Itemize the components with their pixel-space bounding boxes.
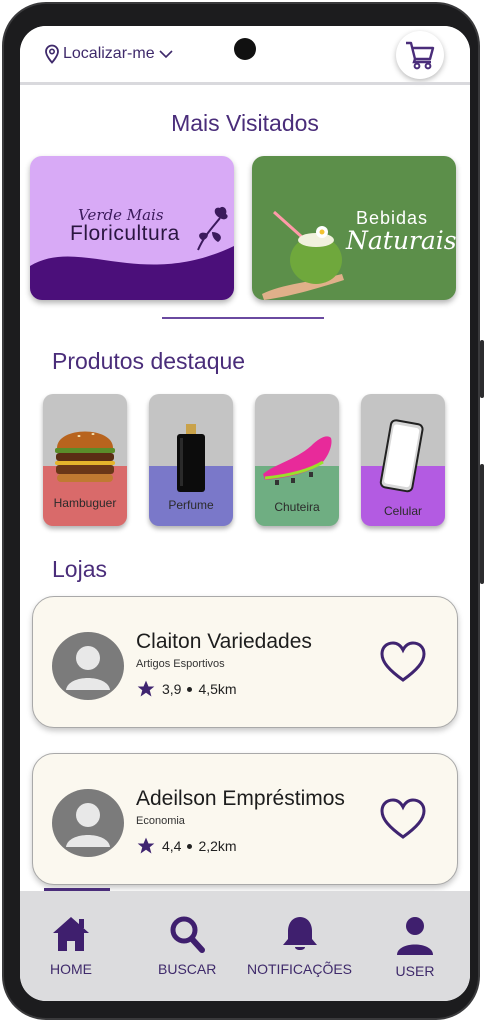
- product-label-hambuguer: Hambuguer: [53, 496, 117, 510]
- product-label-chuteira: Chuteira: [274, 500, 320, 514]
- chevron-down-icon: [159, 50, 173, 59]
- top-bar-divider: [20, 82, 470, 85]
- front-camera: [234, 38, 256, 60]
- nav-buscar[interactable]: BUSCAR: [158, 915, 216, 977]
- nav-notificacoes[interactable]: NOTIFICAÇÕES: [247, 915, 352, 977]
- store-meta: 4,4 2,2km: [136, 836, 237, 856]
- store-name: Adeilson Empréstimos: [136, 787, 345, 810]
- banner-floricultura-name: Floricultura: [70, 222, 180, 245]
- star-icon: [137, 837, 155, 854]
- coconut-drink-image: [262, 210, 344, 300]
- cleat-image: [263, 436, 332, 485]
- active-tab-indicator: [44, 888, 110, 891]
- store-card[interactable]: Claiton Variedades Artigos Esportivos 3,…: [32, 596, 458, 728]
- avatar: [52, 632, 124, 700]
- most-visited-title: Mais Visitados: [171, 110, 319, 136]
- separator-dot: [187, 843, 193, 849]
- nav-label: BUSCAR: [158, 961, 217, 977]
- nav-label: HOME: [50, 961, 92, 977]
- cart-button[interactable]: [396, 31, 444, 79]
- flower-icon: [197, 206, 228, 251]
- home-icon: [53, 917, 89, 951]
- banner-floricultura[interactable]: Verde Mais Floricultura: [30, 156, 234, 300]
- power-button: [480, 340, 484, 398]
- locate-me-button[interactable]: Localizar-me: [44, 44, 174, 64]
- perfume-image: [177, 424, 205, 492]
- banner-bebidas-script: Naturais: [346, 226, 456, 255]
- map-pin-icon: [45, 44, 59, 64]
- store-rating: 4,4: [162, 838, 182, 854]
- banner-bebidas[interactable]: Bebidas Naturais: [252, 156, 456, 300]
- product-label-perfume: Perfume: [168, 498, 214, 512]
- nav-home[interactable]: HOME: [50, 915, 92, 977]
- nav-label: NOTIFICAÇÕES: [247, 961, 353, 977]
- burger-image: [55, 431, 115, 482]
- volume-button: [480, 464, 484, 584]
- favorite-heart-icon[interactable]: [379, 640, 427, 684]
- nav-user[interactable]: USER: [395, 915, 435, 979]
- product-card-perfume[interactable]: Perfume: [149, 394, 233, 526]
- separator-dot: [187, 686, 193, 692]
- user-placeholder-icon: [66, 803, 110, 847]
- store-distance: 2,2km: [198, 838, 237, 854]
- phone-image: [379, 419, 424, 493]
- store-meta: 3,9 4,5km: [136, 679, 237, 699]
- avatar: [52, 789, 124, 857]
- stores-title: Lojas: [52, 556, 107, 582]
- carousel-indicator: [162, 317, 324, 319]
- user-icon: [397, 917, 433, 955]
- featured-title: Produtos destaque: [52, 348, 246, 374]
- app-screen: Localizar-me Mais Visitados Verde Mais F…: [20, 26, 470, 1001]
- bell-icon: [282, 917, 317, 950]
- phone-frame: Localizar-me Mais Visitados Verde Mais F…: [2, 2, 484, 1020]
- product-card-celular[interactable]: Celular: [361, 394, 445, 526]
- product-card-chuteira[interactable]: Chuteira: [255, 394, 339, 526]
- search-icon: [170, 916, 206, 953]
- store-distance: 4,5km: [198, 681, 237, 697]
- bottom-nav: HOME BUSCAR NOTIFICAÇÕES USER: [20, 891, 470, 1001]
- product-card-hamburguer[interactable]: Hambuguer: [43, 394, 127, 526]
- store-category: Artigos Esportivos: [136, 658, 225, 670]
- product-label-celular: Celular: [383, 504, 422, 518]
- locate-me-label: Localizar-me: [63, 45, 155, 62]
- store-rating: 3,9: [162, 681, 182, 697]
- nav-label: USER: [395, 963, 435, 979]
- user-placeholder-icon: [66, 646, 110, 690]
- star-icon: [137, 680, 155, 697]
- store-card[interactable]: Adeilson Empréstimos Economia 4,4 2,2km: [32, 753, 458, 885]
- cart-icon: [406, 41, 435, 70]
- store-category: Economia: [136, 815, 185, 827]
- store-name: Claiton Variedades: [136, 630, 312, 653]
- favorite-heart-icon[interactable]: [379, 797, 427, 841]
